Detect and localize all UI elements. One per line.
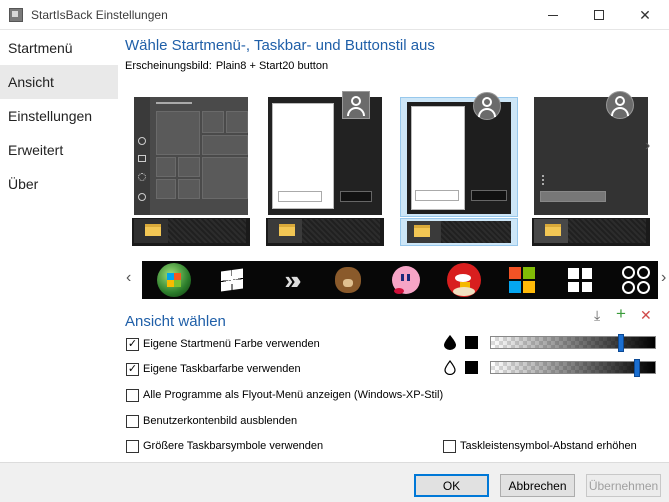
option-taskbar-icon-spacing[interactable]: Taskleistensymbol-Abstand erhöhen — [443, 438, 637, 454]
plus-icon: + — [616, 304, 626, 323]
option-label: Größere Taskbarsymbole verwenden — [143, 440, 324, 452]
option-label: Taskleistensymbol-Abstand erhöhen — [460, 440, 637, 452]
option-flyout-menu[interactable]: Alle Programme als Flyout-Menü anzeigen … — [126, 387, 443, 403]
folder-icon — [414, 225, 430, 237]
slider-knob[interactable] — [634, 359, 640, 377]
style-thumbnail-1[interactable] — [132, 97, 250, 217]
start-button-angry-bird[interactable] — [446, 262, 482, 298]
ok-button[interactable]: OK — [414, 474, 489, 497]
option-hide-user-picture[interactable]: Benutzerkontenbild ausblenden — [126, 413, 297, 429]
download-button[interactable]: ⤓ — [594, 307, 600, 324]
view-section-title: Ansicht wählen — [125, 313, 226, 330]
start-menu-preview — [534, 97, 648, 215]
remove-button[interactable]: ✕ — [640, 307, 652, 324]
checkbox[interactable]: ✓ — [126, 362, 139, 376]
style-thumbnail-4[interactable] — [532, 91, 650, 217]
start-button-kirby[interactable] — [388, 262, 424, 298]
apply-button[interactable]: Übernehmen — [586, 474, 661, 497]
chevron-right-icon: › — [661, 269, 667, 286]
start-button-windows-10-colored[interactable] — [504, 262, 540, 298]
option-startmenu-color[interactable]: ✓ Eigene Startmenü Farbe verwenden — [126, 336, 320, 352]
startmenu-color-swatch[interactable] — [465, 336, 478, 349]
folder-icon — [279, 224, 295, 236]
maximize-icon — [594, 10, 604, 20]
style-thumbnail-2[interactable] — [266, 91, 384, 217]
slider-knob[interactable] — [618, 334, 624, 352]
option-large-taskbar-icons[interactable]: Größere Taskbarsymbole verwenden — [126, 438, 323, 454]
next-thumbnails-arrow[interactable]: › — [645, 137, 650, 155]
appearance-label: Erscheinungsbild: — [125, 60, 212, 72]
chevron-left-icon: ‹ — [126, 269, 132, 286]
sidebar-item-ueber[interactable]: Über — [0, 167, 118, 201]
style-heading: Wähle Startmenü-, Taskbar- und Buttonsti… — [125, 37, 435, 54]
start-button-windows-7-orb[interactable] — [156, 262, 192, 298]
taskbar-preview-4[interactable] — [532, 218, 650, 246]
next-buttons-arrow[interactable]: › — [661, 269, 666, 287]
app-icon — [9, 8, 23, 22]
folder-icon — [545, 224, 561, 236]
close-button[interactable]: ✕ — [622, 0, 668, 30]
title-bar: StartIsBack Einstellungen ✕ — [0, 0, 669, 30]
start-button-windows-logo-white[interactable] — [214, 262, 250, 298]
appearance-value: Plain8 + Start20 button — [215, 60, 329, 72]
drop-outline-icon — [444, 360, 456, 375]
x-icon: ✕ — [640, 307, 652, 323]
chevron-right-icon: › — [645, 137, 651, 154]
user-avatar-icon — [342, 91, 370, 119]
start-button-circles[interactable] — [618, 262, 654, 298]
drop-filled-icon — [444, 335, 456, 350]
sidebar-item-ansicht[interactable]: Ansicht — [0, 65, 118, 99]
option-label: Benutzerkontenbild ausblenden — [143, 415, 298, 427]
taskbar-preview-1[interactable] — [132, 218, 250, 246]
sidebar-item-einstellungen[interactable]: Einstellungen — [0, 99, 118, 133]
start-button-strip: »› — [142, 261, 658, 299]
start-menu-preview — [134, 97, 248, 215]
user-avatar-icon — [606, 91, 634, 119]
start-menu-preview — [407, 102, 511, 214]
cancel-button[interactable]: Abbrechen — [500, 474, 575, 497]
checkbox[interactable] — [126, 439, 139, 453]
sidebar-item-startmenu[interactable]: Startmenü — [0, 31, 118, 65]
maximize-button[interactable] — [576, 0, 622, 30]
checkbox[interactable]: ✓ — [126, 337, 139, 351]
close-icon: ✕ — [639, 6, 651, 23]
main-panel: Wähle Startmenü-, Taskbar- und Buttonsti… — [118, 31, 669, 462]
sidebar: Startmenü Ansicht Einstellungen Erweiter… — [0, 31, 118, 462]
taskbar-transparency-slider[interactable] — [490, 359, 656, 377]
start-button-chevrons[interactable]: »› — [272, 262, 308, 298]
user-avatar-icon — [473, 92, 501, 120]
add-button[interactable]: + — [616, 304, 626, 324]
startmenu-transparency-slider[interactable] — [490, 334, 656, 352]
checkbox[interactable] — [126, 388, 139, 402]
option-label: Eigene Startmenü Farbe verwenden — [143, 338, 320, 350]
start-button-windows-8-tiles[interactable] — [562, 262, 598, 298]
prev-buttons-arrow[interactable]: ‹ — [126, 269, 131, 287]
checkbox[interactable] — [443, 439, 456, 453]
checkbox[interactable] — [126, 414, 139, 428]
option-label: Eigene Taskbarfarbe verwenden — [143, 363, 301, 375]
taskbar-preview-2[interactable] — [266, 218, 384, 246]
minimize-icon — [548, 14, 558, 16]
download-icon: ⤓ — [594, 307, 601, 323]
taskbar-color-swatch[interactable] — [465, 361, 478, 374]
option-label: Alle Programme als Flyout-Menü anzeigen … — [143, 389, 444, 401]
taskbar-preview-3-selected[interactable] — [400, 218, 518, 246]
dialog-footer: OK Abbrechen Übernehmen — [0, 462, 669, 502]
window-title: StartIsBack Einstellungen — [31, 8, 168, 22]
style-thumbnail-3-selected[interactable] — [400, 92, 518, 217]
minimize-button[interactable] — [530, 0, 576, 30]
folder-icon — [145, 224, 161, 236]
appearance-line: Erscheinungsbild: Plain8 + Start20 button — [125, 60, 328, 72]
option-taskbar-color[interactable]: ✓ Eigene Taskbarfarbe verwenden — [126, 361, 301, 377]
start-button-bear[interactable] — [330, 262, 366, 298]
sidebar-item-erweitert[interactable]: Erweitert — [0, 133, 118, 167]
